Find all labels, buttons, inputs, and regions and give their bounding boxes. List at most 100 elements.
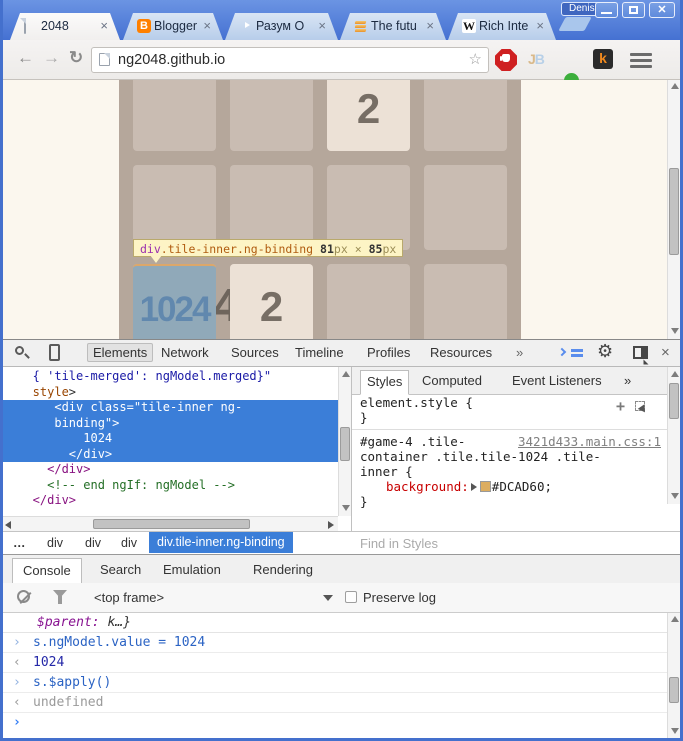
tab-the-future[interactable]: The futu × bbox=[340, 13, 446, 40]
tab-elements[interactable]: Elements bbox=[87, 343, 154, 362]
selected-node[interactable]: <div class="tile-inner ng- binding"> 102… bbox=[3, 400, 338, 462]
scrollbar-thumb[interactable] bbox=[669, 383, 679, 419]
more-tabs-icon[interactable]: » bbox=[624, 373, 631, 388]
scrollbar-thumb[interactable] bbox=[93, 519, 250, 529]
tab-sources[interactable]: Sources bbox=[231, 345, 279, 360]
back-icon[interactable]: ← bbox=[17, 48, 34, 68]
jb-extension-icon[interactable]: JB bbox=[528, 51, 545, 67]
css-rule[interactable]: #game-4 .tile- 3421d433.main.css:1 bbox=[352, 429, 667, 449]
scroll-up-arrow[interactable] bbox=[671, 616, 679, 622]
breadcrumb-ellipsis[interactable]: … bbox=[13, 536, 26, 550]
device-mode-icon[interactable] bbox=[49, 344, 60, 361]
frame-selector[interactable]: <top frame> bbox=[94, 590, 164, 605]
grid-cell bbox=[133, 165, 216, 250]
scroll-left-arrow[interactable] bbox=[5, 521, 11, 529]
inspect-magnifier-icon[interactable] bbox=[15, 346, 24, 355]
adblock-icon[interactable] bbox=[495, 49, 517, 71]
scroll-down-arrow[interactable] bbox=[671, 328, 679, 334]
breadcrumb-div[interactable]: div bbox=[85, 536, 101, 550]
tab-close-icon[interactable]: × bbox=[203, 18, 211, 33]
console-prompt[interactable]: › bbox=[3, 713, 667, 733]
scroll-right-arrow[interactable] bbox=[328, 521, 334, 529]
scroll-up-arrow[interactable] bbox=[671, 83, 679, 89]
tab-timeline[interactable]: Timeline bbox=[295, 345, 344, 360]
new-rule-plus-icon[interactable]: + bbox=[616, 397, 625, 415]
console-scrollbar[interactable] bbox=[667, 613, 680, 738]
expand-shorthand-icon[interactable] bbox=[470, 483, 477, 491]
tab-emulation[interactable]: Emulation bbox=[163, 562, 221, 577]
tab-computed[interactable]: Computed bbox=[422, 373, 482, 388]
maximize-button[interactable] bbox=[622, 2, 645, 18]
dock-side-icon[interactable] bbox=[633, 346, 648, 359]
tab-2048[interactable]: 2048 × bbox=[10, 13, 120, 40]
element-state-icon[interactable] bbox=[635, 401, 645, 411]
breadcrumb-div[interactable]: div bbox=[47, 536, 63, 550]
tab-razum[interactable]: Разум О × bbox=[225, 13, 338, 40]
more-tabs-icon[interactable]: » bbox=[516, 345, 523, 360]
new-tab-button[interactable] bbox=[558, 17, 592, 31]
color-swatch[interactable] bbox=[479, 481, 491, 492]
tab-close-icon[interactable]: × bbox=[536, 18, 544, 33]
reload-icon[interactable]: ↻ bbox=[69, 48, 83, 68]
elements-scrollbar[interactable] bbox=[338, 367, 351, 516]
tab-resources[interactable]: Resources bbox=[430, 345, 492, 360]
bookmark-star-icon[interactable]: ☆ bbox=[469, 50, 482, 68]
scroll-down-arrow[interactable] bbox=[342, 505, 350, 511]
tab-profiles[interactable]: Profiles bbox=[367, 345, 410, 360]
stylesheet-link[interactable]: 3421d433.main.css:1 bbox=[518, 434, 661, 449]
k-extension-icon[interactable]: k bbox=[593, 49, 613, 69]
filter-icon[interactable] bbox=[53, 590, 67, 604]
dropdown-arrow-icon[interactable] bbox=[323, 595, 333, 601]
code-line[interactable]: { 'tile-merged': ngModel.merged}" bbox=[11, 369, 271, 383]
devtools-close-icon[interactable]: × bbox=[661, 344, 670, 361]
scroll-down-arrow[interactable] bbox=[671, 728, 679, 734]
browser-window: Denis ✕ 2048 × B Blogger × Разум О × The… bbox=[0, 0, 683, 741]
panel-divider[interactable] bbox=[351, 367, 352, 554]
scroll-down-arrow[interactable] bbox=[671, 493, 679, 499]
grid-cell bbox=[327, 264, 410, 339]
forward-icon[interactable]: → bbox=[43, 48, 60, 68]
console-object-line[interactable]: $parent: k…} bbox=[3, 613, 667, 633]
scrollbar-thumb[interactable] bbox=[669, 677, 679, 703]
tab-rendering[interactable]: Rendering bbox=[253, 562, 313, 577]
elements-tree[interactable]: { 'tile-merged': ngModel.merged}" style>… bbox=[3, 367, 338, 531]
clear-console-icon[interactable] bbox=[17, 590, 30, 603]
minimize-button[interactable] bbox=[595, 2, 618, 18]
scrollbar-thumb[interactable] bbox=[340, 427, 350, 461]
console-command[interactable]: › s.$apply() bbox=[3, 673, 667, 693]
preserve-log-checkbox[interactable] bbox=[345, 591, 357, 603]
tab-styles[interactable]: Styles bbox=[360, 370, 410, 395]
address-bar[interactable]: ng2048.github.io ☆ bbox=[91, 47, 489, 73]
scroll-up-arrow[interactable] bbox=[671, 371, 679, 377]
scroll-up-arrow[interactable] bbox=[342, 371, 350, 377]
page-scrollbar[interactable] bbox=[667, 80, 680, 339]
url-text[interactable]: ng2048.github.io bbox=[118, 52, 225, 68]
styles-scrollbar[interactable] bbox=[667, 367, 680, 504]
tile-2: 2 bbox=[230, 264, 313, 339]
console-command[interactable]: › s.ngModel.value = 1024 bbox=[3, 633, 667, 653]
css-property[interactable]: background: #DCAD60; bbox=[352, 479, 667, 494]
find-in-styles-input[interactable]: Find in Styles bbox=[360, 536, 438, 551]
tab-event-listeners[interactable]: Event Listeners bbox=[512, 373, 602, 388]
elements-hscrollbar[interactable] bbox=[3, 516, 338, 531]
tab-close-icon[interactable]: × bbox=[426, 18, 434, 33]
menu-icon[interactable] bbox=[630, 50, 652, 71]
scrollbar-thumb[interactable] bbox=[669, 168, 679, 255]
tab-close-icon[interactable]: × bbox=[100, 18, 108, 33]
tab-close-icon[interactable]: × bbox=[318, 18, 326, 33]
settings-gear-icon[interactable]: ⚙ bbox=[597, 341, 613, 362]
console-output[interactable]: $parent: k…} › s.ngModel.value = 1024 ‹ 10… bbox=[3, 613, 667, 738]
tab-console[interactable]: Console bbox=[12, 558, 82, 585]
tab-rich-inte[interactable]: W Rich Inte × bbox=[448, 13, 556, 40]
tab-blogger[interactable]: B Blogger × bbox=[123, 13, 223, 40]
element-style-rule[interactable]: element.style {+ bbox=[352, 395, 667, 414]
console-result[interactable]: ‹ undefined bbox=[3, 693, 667, 713]
breadcrumb-div[interactable]: div bbox=[121, 536, 137, 550]
tab-network[interactable]: Network bbox=[161, 345, 209, 360]
close-button[interactable]: ✕ bbox=[649, 2, 675, 18]
breadcrumb-selected[interactable]: div.tile-inner.ng-binding bbox=[149, 532, 293, 553]
console-result[interactable]: ‹ 1024 bbox=[3, 653, 667, 673]
tab-search[interactable]: Search bbox=[100, 562, 141, 577]
grid-cell bbox=[133, 80, 216, 151]
code-line[interactable]: </div> bbox=[11, 462, 90, 476]
